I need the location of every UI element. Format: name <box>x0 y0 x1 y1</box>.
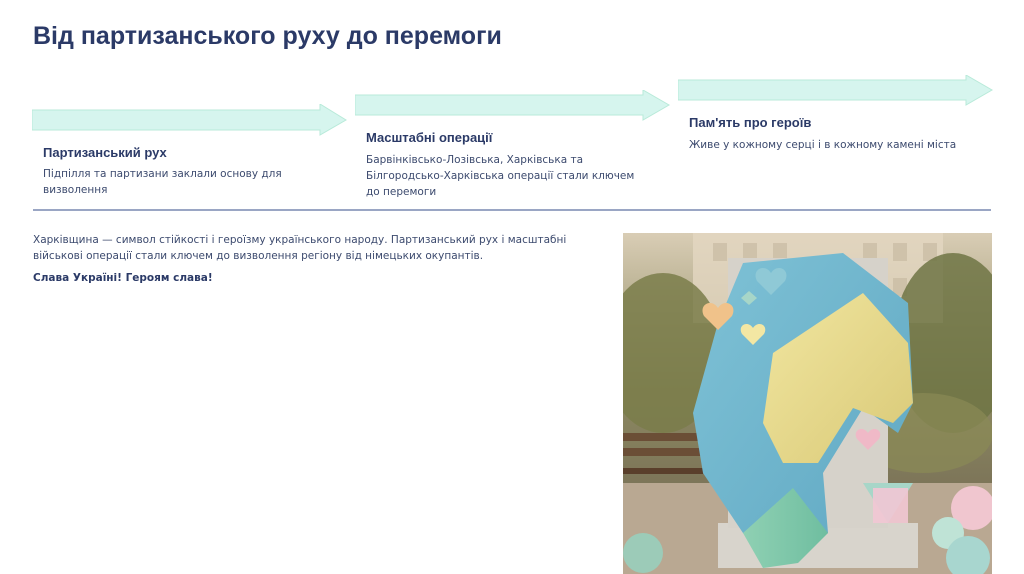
section-divider <box>33 209 991 211</box>
monument-photo <box>623 233 992 574</box>
step-desc-memory: Живе у кожному серці і в кожному камені … <box>689 139 957 151</box>
timeline-arrow-3 <box>678 75 993 107</box>
step-desc-partisan: Підпілля та партизани заклали основу для… <box>43 168 282 196</box>
step-title-memory: Пам'ять про героїв <box>689 115 812 130</box>
page-title: Від партизанського руху до перемоги <box>33 22 502 50</box>
timeline-arrow-2 <box>355 90 670 122</box>
step-title-operations: Масштабні операції <box>366 130 493 145</box>
step-title-partisan: Партизанський рух <box>43 145 167 160</box>
timeline-arrow-1 <box>32 104 347 136</box>
step-desc-operations: Барвінківсько-Лозівська, Харківська та Б… <box>366 154 635 198</box>
intro-paragraph: Харківщина — символ стійкості і героїзму… <box>33 234 567 262</box>
slogan-text: Слава Україні! Героям слава! <box>33 272 213 284</box>
